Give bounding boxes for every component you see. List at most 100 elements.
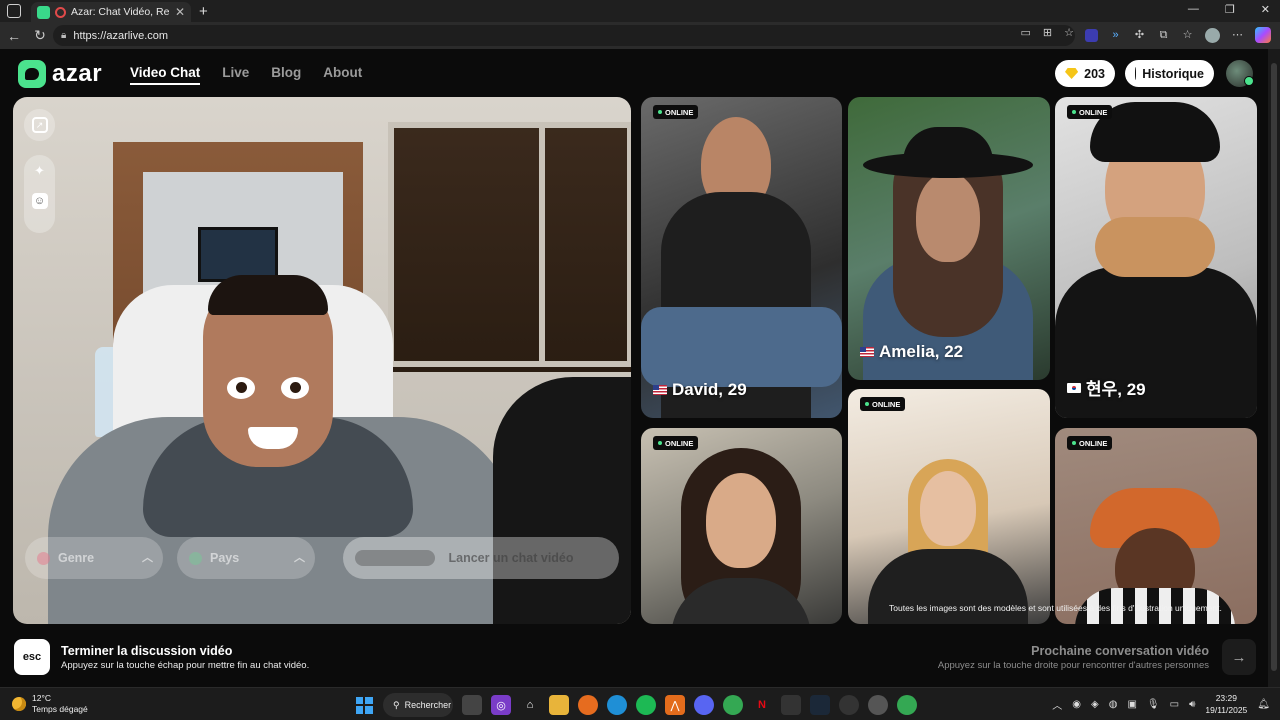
profile-card[interactable]: ONLINE 현우, 29 — [1055, 97, 1257, 418]
profile-avatar[interactable] — [1205, 27, 1220, 43]
person-hair — [208, 275, 328, 315]
gems-button[interactable]: 203 — [1055, 60, 1115, 87]
app-icon[interactable] — [868, 695, 888, 715]
file-explorer-icon[interactable] — [549, 695, 569, 715]
favorite-star-icon[interactable]: ☆ — [1064, 26, 1074, 39]
app-icon[interactable] — [781, 695, 801, 715]
discord-icon[interactable] — [694, 695, 714, 715]
reload-icon[interactable]: ↻ — [28, 27, 52, 44]
country-filter[interactable]: Pays ︿ — [177, 537, 315, 579]
spotify-icon[interactable] — [636, 695, 656, 715]
second-person — [493, 377, 631, 624]
gems-count: 203 — [1084, 66, 1105, 81]
close-tab-icon[interactable]: ✕ — [175, 5, 185, 19]
network-icon[interactable]: ▭ — [1170, 699, 1179, 710]
nav-blog[interactable]: Blog — [271, 65, 301, 85]
close-window-icon[interactable]: ✕ — [1261, 3, 1270, 16]
firefox-icon[interactable] — [578, 695, 598, 715]
kr-flag-icon — [1067, 382, 1081, 393]
date-text: 19/11/2025 — [1205, 705, 1248, 715]
task-view-icon[interactable] — [462, 695, 482, 715]
profile-hat — [903, 127, 993, 167]
arrow-right-icon: → — [1231, 648, 1247, 666]
profile-card[interactable]: ONLINE David, 29 — [641, 97, 842, 418]
nav-live[interactable]: Live — [222, 65, 249, 85]
back-icon[interactable]: ← — [2, 28, 26, 44]
start-button[interactable] — [354, 695, 374, 715]
profile-card[interactable]: ONLINE — [1055, 428, 1257, 624]
face-filter-icon[interactable]: ☺ — [31, 193, 48, 209]
temperature: 12°C — [32, 693, 51, 703]
store-icon[interactable]: ⌂ — [520, 695, 540, 715]
discord-tray-icon[interactable]: ◉ — [1072, 699, 1081, 710]
nav-video-chat[interactable]: Video Chat — [130, 65, 201, 85]
recording-icon — [55, 6, 66, 18]
us-flag-icon — [653, 385, 667, 395]
steam-icon[interactable] — [810, 695, 830, 715]
apps-icon[interactable]: ⊞ — [1043, 26, 1052, 39]
profile-face — [920, 471, 976, 546]
app-icon[interactable] — [839, 695, 859, 715]
expand-icon[interactable]: ↗ — [31, 117, 48, 133]
profile-card[interactable]: ONLINE — [641, 428, 842, 624]
extension-icon[interactable]: » — [1109, 29, 1122, 42]
weather-condition: Temps dégagé — [32, 704, 88, 714]
sparkle-effects-icon[interactable]: ✦ — [32, 163, 48, 179]
edge-icon[interactable] — [607, 695, 627, 715]
extension-icon[interactable] — [1085, 28, 1098, 42]
new-tab-button[interactable]: + — [199, 3, 208, 20]
clock[interactable]: 23:29 19/11/2025 — [1205, 692, 1247, 716]
app-icon[interactable]: ◎ — [491, 695, 511, 715]
windows-taskbar: 12°C Temps dégagé ⚲ Rechercher ◎ ⌂ ⋀ N ︿ … — [0, 687, 1280, 720]
chevron-up-icon[interactable]: ︿ — [1052, 697, 1062, 712]
next-chat-title: Prochaine conversation vidéo — [1031, 644, 1209, 658]
profile-name: Amelia, 22 — [860, 342, 963, 362]
online-badge: ONLINE — [653, 436, 699, 450]
tab-actions-icon[interactable] — [7, 4, 21, 18]
chrome-icon[interactable] — [897, 695, 917, 715]
chrome-icon[interactable] — [723, 695, 743, 715]
start-video-chat-button[interactable]: Lancer un chat vidéo — [343, 537, 619, 579]
profile-card[interactable]: Amelia, 22 — [848, 97, 1050, 380]
split-screen-icon[interactable]: ⧉ — [1157, 29, 1170, 42]
weather-widget[interactable]: 12°C Temps dégagé — [12, 693, 88, 715]
notifications-icon[interactable]: 🔔︎ — [1257, 699, 1270, 710]
url-text: https://azarlive.com — [73, 29, 169, 42]
genre-label: Genre — [58, 551, 95, 565]
esc-key-button[interactable]: esc — [14, 639, 50, 675]
user-avatar[interactable] — [1226, 60, 1254, 87]
profile-face — [706, 473, 776, 568]
steam-tray-icon[interactable]: ◈ — [1091, 699, 1099, 710]
genre-filter[interactable]: Genre ︿ — [25, 537, 163, 579]
address-bar[interactable]: 🔒︎ https://azarlive.com — [53, 25, 1075, 46]
chat-filters: Genre ︿ Pays ︿ Lancer un chat vidéo — [25, 537, 621, 579]
next-arrow-button[interactable]: → — [1222, 639, 1256, 675]
logo-text: azar — [52, 60, 103, 87]
history-button[interactable]: Historique — [1125, 60, 1214, 87]
tray-app-icon[interactable]: ▣ — [1127, 699, 1136, 710]
tray-app-icon[interactable]: ◍ — [1109, 699, 1118, 710]
favorites-icon[interactable]: ☆ — [1181, 29, 1194, 42]
us-flag-icon — [860, 347, 874, 357]
taskbar-search[interactable]: ⚲ Rechercher — [383, 693, 453, 717]
more-menu-icon[interactable]: ⋯ — [1231, 29, 1244, 42]
app-icon[interactable]: ⋀ — [665, 695, 685, 715]
azar-logo[interactable]: azar — [18, 60, 102, 88]
page-scrollbar[interactable] — [1268, 49, 1280, 687]
window-controls: — ❐ ✕ — [1188, 3, 1270, 16]
volume-icon[interactable]: 🔊︎ — [1189, 699, 1195, 710]
azar-logo-icon — [18, 60, 46, 88]
browser-tab[interactable]: Azar: Chat Vidéo, Rencontre ✕ — [31, 2, 191, 22]
minimize-icon[interactable]: — — [1188, 3, 1199, 16]
nav-about[interactable]: About — [323, 65, 362, 85]
maximize-icon[interactable]: ❐ — [1225, 3, 1235, 16]
online-badge: ONLINE — [653, 105, 699, 119]
camera-icon[interactable]: ▭ — [1021, 26, 1031, 39]
microphone-icon[interactable]: 🎙︎ — [1147, 699, 1160, 710]
netflix-icon[interactable]: N — [752, 695, 772, 715]
profile-card[interactable]: ONLINE — [848, 389, 1050, 624]
extensions-puzzle-icon[interactable]: ✣ — [1133, 29, 1146, 42]
launch-label: Lancer un chat vidéo — [448, 551, 574, 565]
lock-icon[interactable]: 🔒︎ — [61, 30, 66, 41]
copilot-icon[interactable] — [1255, 27, 1271, 43]
